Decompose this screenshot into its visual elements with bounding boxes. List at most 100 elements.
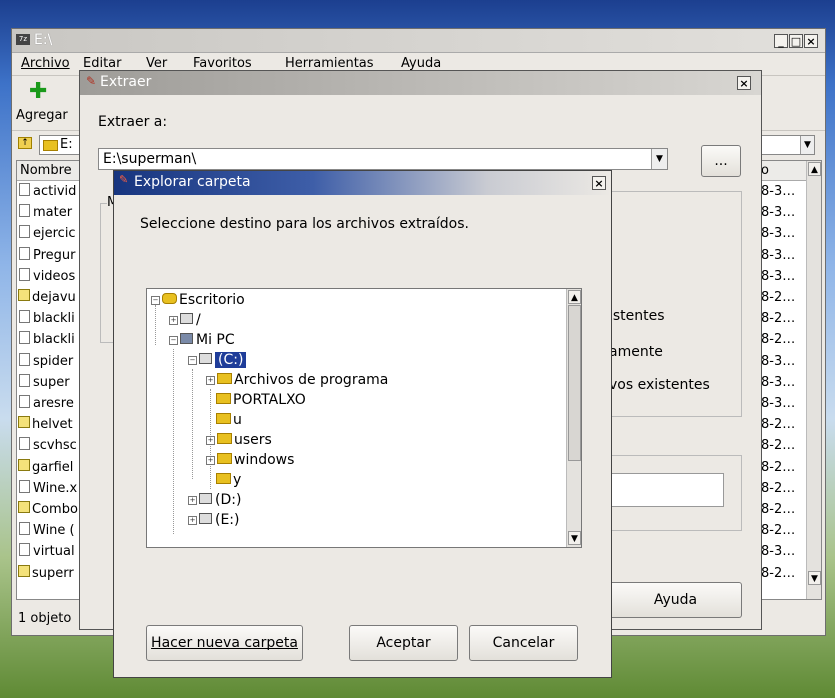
- file-name: Wine (: [33, 523, 75, 539]
- tree-node-mi-pc[interactable]: − Mi PC: [169, 330, 235, 350]
- collapse-icon[interactable]: −: [169, 336, 178, 345]
- overwrite-option-1[interactable]: istentes: [609, 308, 665, 324]
- plus-icon: ✚: [29, 79, 48, 104]
- accept-label: Aceptar: [376, 635, 431, 651]
- expand-icon[interactable]: +: [188, 496, 197, 505]
- app-icon: 7z: [16, 34, 30, 45]
- browse-button-label: ...: [714, 153, 728, 169]
- overwrite-option-2[interactable]: amente: [609, 344, 663, 360]
- tree-label-portalxo: PORTALXO: [233, 392, 306, 408]
- file-icon: [19, 225, 30, 239]
- shortcut-icon: [18, 564, 30, 577]
- menu-ver[interactable]: Ver: [146, 56, 167, 71]
- tree-label-users: users: [234, 432, 272, 448]
- menu-herramientas[interactable]: Herramientas: [285, 56, 374, 71]
- tree-node-portalxo[interactable]: PORTALXO: [216, 390, 306, 410]
- folder-icon: [216, 413, 231, 424]
- browse-title-bar[interactable]: ✎ Explorar carpeta ×: [114, 171, 611, 195]
- browse-close-button[interactable]: ×: [592, 176, 606, 190]
- tree-scroll-thumb[interactable]: [568, 305, 581, 461]
- menu-archivo[interactable]: Archivo: [21, 56, 70, 71]
- expand-icon[interactable]: +: [206, 376, 215, 385]
- browse-app-icon: ✎: [119, 173, 129, 186]
- expand-icon[interactable]: +: [206, 456, 215, 465]
- file-date: 8-2…: [761, 332, 796, 348]
- tree-node-c-drive[interactable]: − (C:): [188, 350, 248, 370]
- browse-button[interactable]: ...: [701, 145, 741, 177]
- file-date: 8-3…: [761, 396, 796, 411]
- file-date: 8-2…: [761, 480, 796, 496]
- extract-path-combo[interactable]: E:\superman\ ▼: [98, 148, 668, 170]
- drive-icon: [199, 513, 212, 524]
- file-name: spider: [33, 353, 74, 369]
- tree-label-u: u: [233, 412, 242, 428]
- tree-label-escritorio: Escritorio: [179, 292, 245, 308]
- tree-label-y: y: [233, 472, 242, 488]
- cancel-button[interactable]: Cancelar: [469, 625, 578, 661]
- tree-node-escritorio[interactable]: − Escritorio: [151, 290, 245, 310]
- file-icon: [19, 352, 30, 366]
- scroll-up-arrow[interactable]: ▲: [808, 162, 821, 176]
- tree-node-e-drive[interactable]: + (E:): [188, 510, 240, 530]
- path-dropdown-icon[interactable]: ▼: [651, 149, 667, 169]
- up-folder-icon[interactable]: ↑: [18, 137, 32, 149]
- file-icon: [19, 310, 30, 324]
- accept-button[interactable]: Aceptar: [349, 625, 458, 661]
- address-dropdown-icon[interactable]: ▼: [800, 136, 814, 154]
- file-name: superr: [32, 565, 74, 581]
- folder-tree[interactable]: − Escritorio + / − Mi PC − (C:) + Archivos de…: [146, 288, 582, 548]
- expand-icon[interactable]: +: [188, 516, 197, 525]
- menu-ayuda[interactable]: Ayuda: [401, 56, 441, 71]
- file-icon: [19, 183, 30, 196]
- file-date: 8-3…: [761, 247, 796, 263]
- maximize-button[interactable]: □: [789, 34, 803, 48]
- file-date: 8-2…: [761, 311, 796, 327]
- collapse-icon[interactable]: −: [188, 356, 197, 365]
- overwrite-option-3[interactable]: vos existentes: [609, 377, 710, 393]
- expand-icon[interactable]: +: [206, 436, 215, 445]
- close-button[interactable]: ×: [804, 34, 818, 48]
- file-date: 8-3…: [761, 184, 796, 199]
- computer-icon: [180, 333, 193, 344]
- file-date: 8-3…: [761, 226, 796, 242]
- tree-node-windows[interactable]: + windows: [206, 450, 294, 470]
- list-scrollbar[interactable]: ▲ ▼: [806, 161, 821, 599]
- help-button-label: Ayuda: [653, 592, 698, 608]
- file-name: Pregur: [33, 247, 76, 263]
- scroll-down-arrow[interactable]: ▼: [808, 571, 821, 585]
- tree-scrollbar[interactable]: ▲ ▼: [566, 289, 581, 547]
- shortcut-icon: [18, 416, 30, 429]
- tree-scroll-up-arrow[interactable]: ▲: [568, 290, 581, 304]
- file-name: mater: [33, 205, 73, 221]
- add-button[interactable]: ✚ Agregar: [16, 79, 78, 127]
- folder-icon: [217, 453, 232, 464]
- cancel-label: Cancelar: [492, 635, 555, 651]
- file-date: 8-3…: [761, 353, 796, 369]
- file-icon: [19, 522, 30, 536]
- collapse-icon[interactable]: −: [151, 296, 160, 305]
- tree-node-d-drive[interactable]: + (D:): [188, 490, 241, 510]
- minimize-button[interactable]: _: [774, 34, 788, 48]
- desktop-icon: [162, 293, 177, 304]
- tree-label-d-drive: (D:): [215, 492, 242, 508]
- column-date[interactable]: o: [761, 163, 769, 178]
- password-field[interactable]: [612, 473, 724, 507]
- browse-folder-dialog: ✎ Explorar carpeta × Seleccione destino …: [113, 170, 612, 678]
- tree-node-archivos-de-programa[interactable]: + Archivos de programa: [206, 370, 388, 390]
- help-button[interactable]: Ayuda: [610, 582, 742, 618]
- shortcut-icon: [18, 289, 30, 301]
- extract-close-button[interactable]: ×: [737, 76, 751, 90]
- menu-editar[interactable]: Editar: [83, 56, 122, 71]
- tree-node-u[interactable]: u: [216, 410, 242, 430]
- expand-icon[interactable]: +: [169, 316, 178, 325]
- new-folder-button[interactable]: Hacer nueva carpeta: [146, 625, 303, 661]
- main-title-bar[interactable]: 7z E:\ _ □ ×: [12, 29, 825, 53]
- tree-node-root[interactable]: + /: [169, 310, 201, 330]
- tree-node-y[interactable]: y: [216, 470, 241, 490]
- tree-scroll-down-arrow[interactable]: ▼: [568, 531, 581, 545]
- menu-favoritos[interactable]: Favoritos: [193, 56, 252, 71]
- folder-icon: [43, 140, 58, 151]
- column-name[interactable]: Nombre: [20, 163, 72, 178]
- extract-title-bar[interactable]: ✎ Extraer ×: [80, 71, 761, 95]
- tree-node-users[interactable]: + users: [206, 430, 272, 450]
